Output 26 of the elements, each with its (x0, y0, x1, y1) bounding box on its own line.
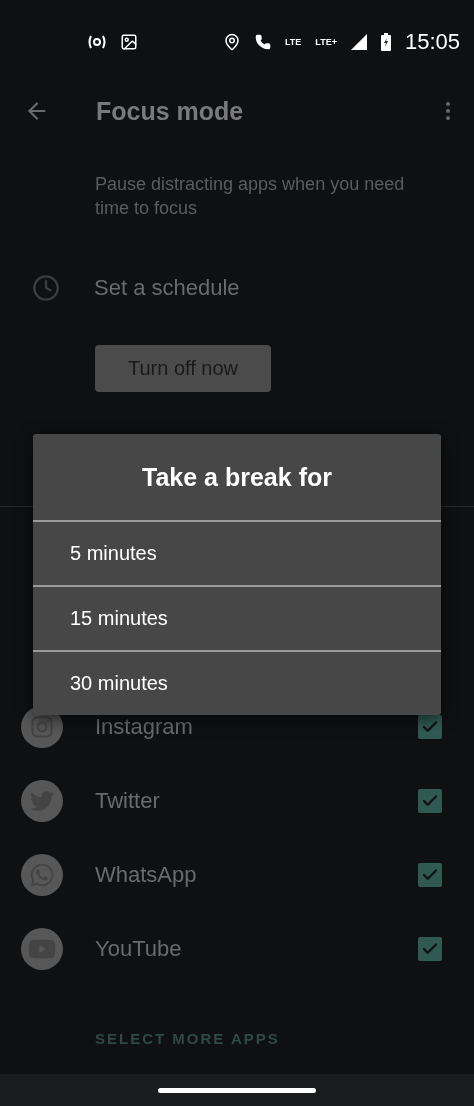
app-name: Instagram (95, 714, 194, 740)
phone-icon (255, 34, 271, 50)
app-checkbox[interactable] (418, 863, 442, 887)
clock-icon (32, 274, 60, 302)
home-handle[interactable] (158, 1087, 316, 1093)
duration-option[interactable]: 15 minutes (33, 587, 441, 652)
app-name: YouTube (95, 936, 183, 962)
battery-icon (380, 33, 391, 51)
duration-option[interactable]: 30 minutes (33, 652, 441, 715)
app-name: WhatsApp (95, 862, 198, 888)
image-icon (120, 33, 138, 51)
hotspot-icon (88, 35, 106, 49)
description-text: Pause distracting apps when you need time to focus (95, 173, 406, 220)
location-icon (223, 33, 241, 51)
dialog-title: Take a break for (33, 434, 441, 522)
app-checkbox[interactable] (418, 789, 442, 813)
schedule-link[interactable]: Set a schedule (94, 275, 240, 301)
network-label: LTE+ (315, 37, 337, 47)
app-name: Twitter (95, 788, 161, 814)
duration-option[interactable]: 5 minutes (33, 522, 441, 587)
network-label: LTE (285, 37, 302, 47)
clock-time: 15:05 (404, 29, 460, 55)
app-checkbox[interactable] (418, 937, 442, 961)
app-checkbox[interactable] (418, 715, 442, 739)
screen-title: Focus mode (96, 96, 245, 126)
signal-icon (350, 34, 367, 50)
